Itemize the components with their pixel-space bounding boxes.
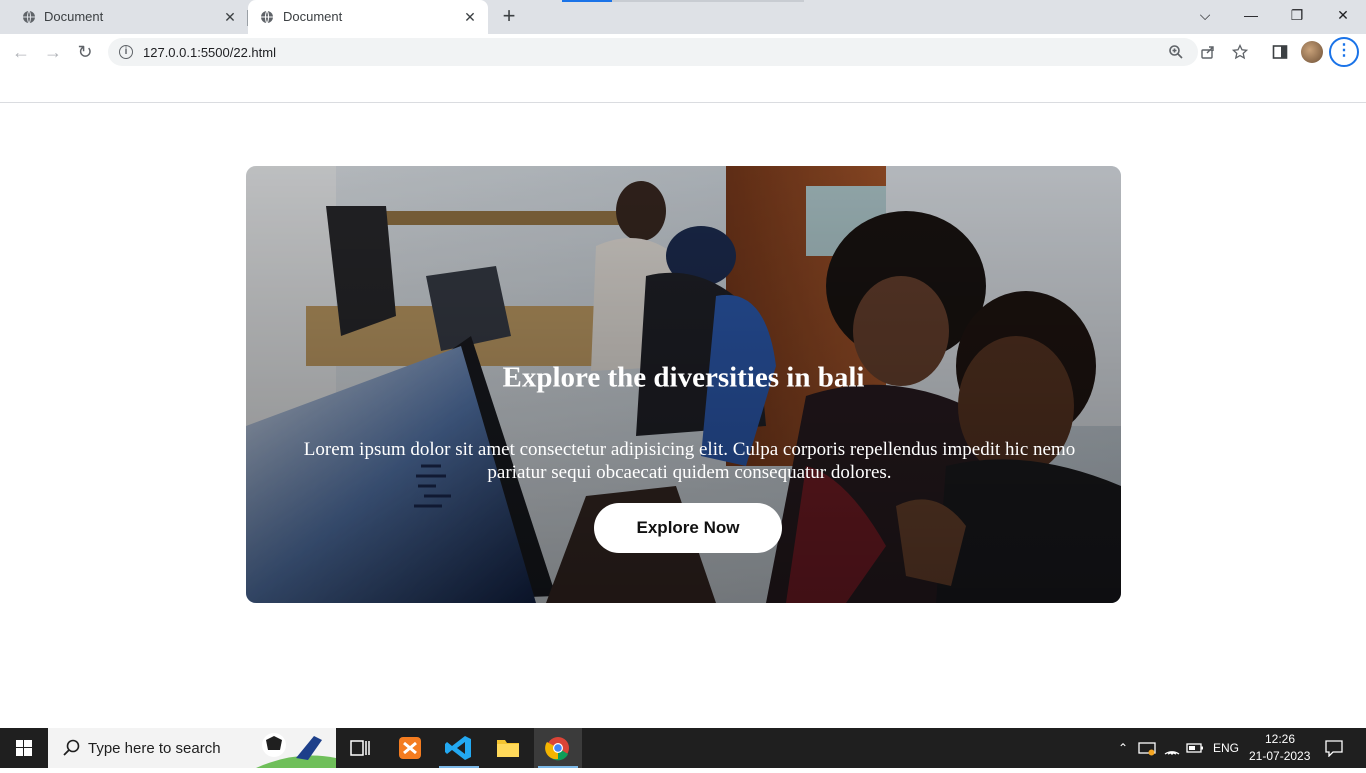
close-icon[interactable]: ✕ — [462, 9, 478, 25]
hero-banner: Explore the diversities in bali Lorem ip… — [246, 166, 1121, 603]
folder-icon — [497, 740, 519, 757]
reload-icon[interactable]: ↻ — [74, 41, 96, 63]
notifications-icon[interactable] — [1324, 739, 1344, 757]
minimize-button[interactable]: — — [1236, 4, 1266, 26]
side-panel-icon[interactable] — [1271, 43, 1289, 61]
globe-icon — [23, 10, 35, 24]
avatar[interactable] — [1301, 41, 1323, 63]
zoom-icon[interactable] — [1168, 44, 1184, 60]
site-info-icon[interactable]: i — [119, 45, 133, 59]
vscode-app[interactable] — [435, 728, 483, 768]
clock-date[interactable]: 21-07-2023 — [1249, 749, 1310, 763]
share-icon[interactable] — [1200, 44, 1216, 60]
wifi-icon[interactable] — [1163, 740, 1181, 756]
tab-document-2[interactable]: Document ✕ — [248, 0, 488, 34]
tab-document-1[interactable]: Document ✕ — [8, 0, 248, 34]
tab-search-button[interactable]: ⌵ — [1190, 4, 1220, 26]
tab-title: Document — [283, 9, 343, 24]
maximize-button[interactable]: ❐ — [1282, 4, 1312, 26]
browser-toolbar: ← → ↻ i 127.0.0.1:5500/22.html — [0, 34, 1366, 70]
loading-indicator — [562, 0, 612, 2]
search-highlight-icon — [256, 733, 336, 768]
language-indicator[interactable]: ENG — [1213, 741, 1239, 755]
task-view-button[interactable] — [336, 728, 384, 768]
chevron-up-icon[interactable]: ⌃ — [1114, 740, 1132, 756]
tab-strip: Document ✕ Document ✕ + ⌵ — ❐ ✕ — [0, 0, 1366, 34]
close-icon[interactable]: ✕ — [222, 9, 238, 25]
meet-now-icon[interactable] — [1138, 740, 1156, 756]
tab-title: Document — [44, 9, 104, 24]
xampp-app[interactable] — [386, 728, 434, 768]
xampp-icon — [399, 737, 421, 759]
battery-icon[interactable] — [1186, 740, 1204, 756]
url-text[interactable]: 127.0.0.1:5500/22.html — [143, 45, 276, 60]
address-bar[interactable]: i 127.0.0.1:5500/22.html — [108, 38, 1248, 66]
menu-icon[interactable]: ⋮ — [1329, 37, 1359, 67]
taskbar-search[interactable]: Type here to search — [48, 728, 336, 768]
explore-now-button[interactable]: Explore Now — [594, 503, 782, 553]
chrome-app[interactable] — [534, 728, 582, 768]
chrome-icon — [545, 737, 569, 761]
globe-icon — [261, 10, 273, 24]
page-top-border — [0, 102, 1366, 103]
clock-time[interactable]: 12:26 — [1265, 732, 1295, 746]
task-view-icon — [350, 740, 370, 756]
new-tab-button[interactable]: + — [498, 5, 520, 28]
back-icon[interactable]: ← — [10, 41, 32, 63]
windows-start-icon[interactable] — [0, 728, 48, 768]
hero-title: Explore the diversities in bali — [502, 361, 865, 394]
file-explorer-app[interactable] — [484, 728, 532, 768]
windows-taskbar: Type here to search ⌃ ENG 12:26 21-07-20… — [0, 728, 1366, 768]
search-icon — [63, 739, 80, 756]
star-icon[interactable] — [1232, 44, 1248, 60]
forward-icon[interactable]: → — [42, 41, 64, 63]
hero-description: Lorem ipsum dolor sit amet consectetur a… — [303, 439, 1076, 483]
close-window-button[interactable]: ✕ — [1328, 4, 1358, 26]
search-placeholder: Type here to search — [88, 740, 221, 757]
vscode-icon — [445, 736, 471, 760]
loading-track — [612, 0, 804, 2]
